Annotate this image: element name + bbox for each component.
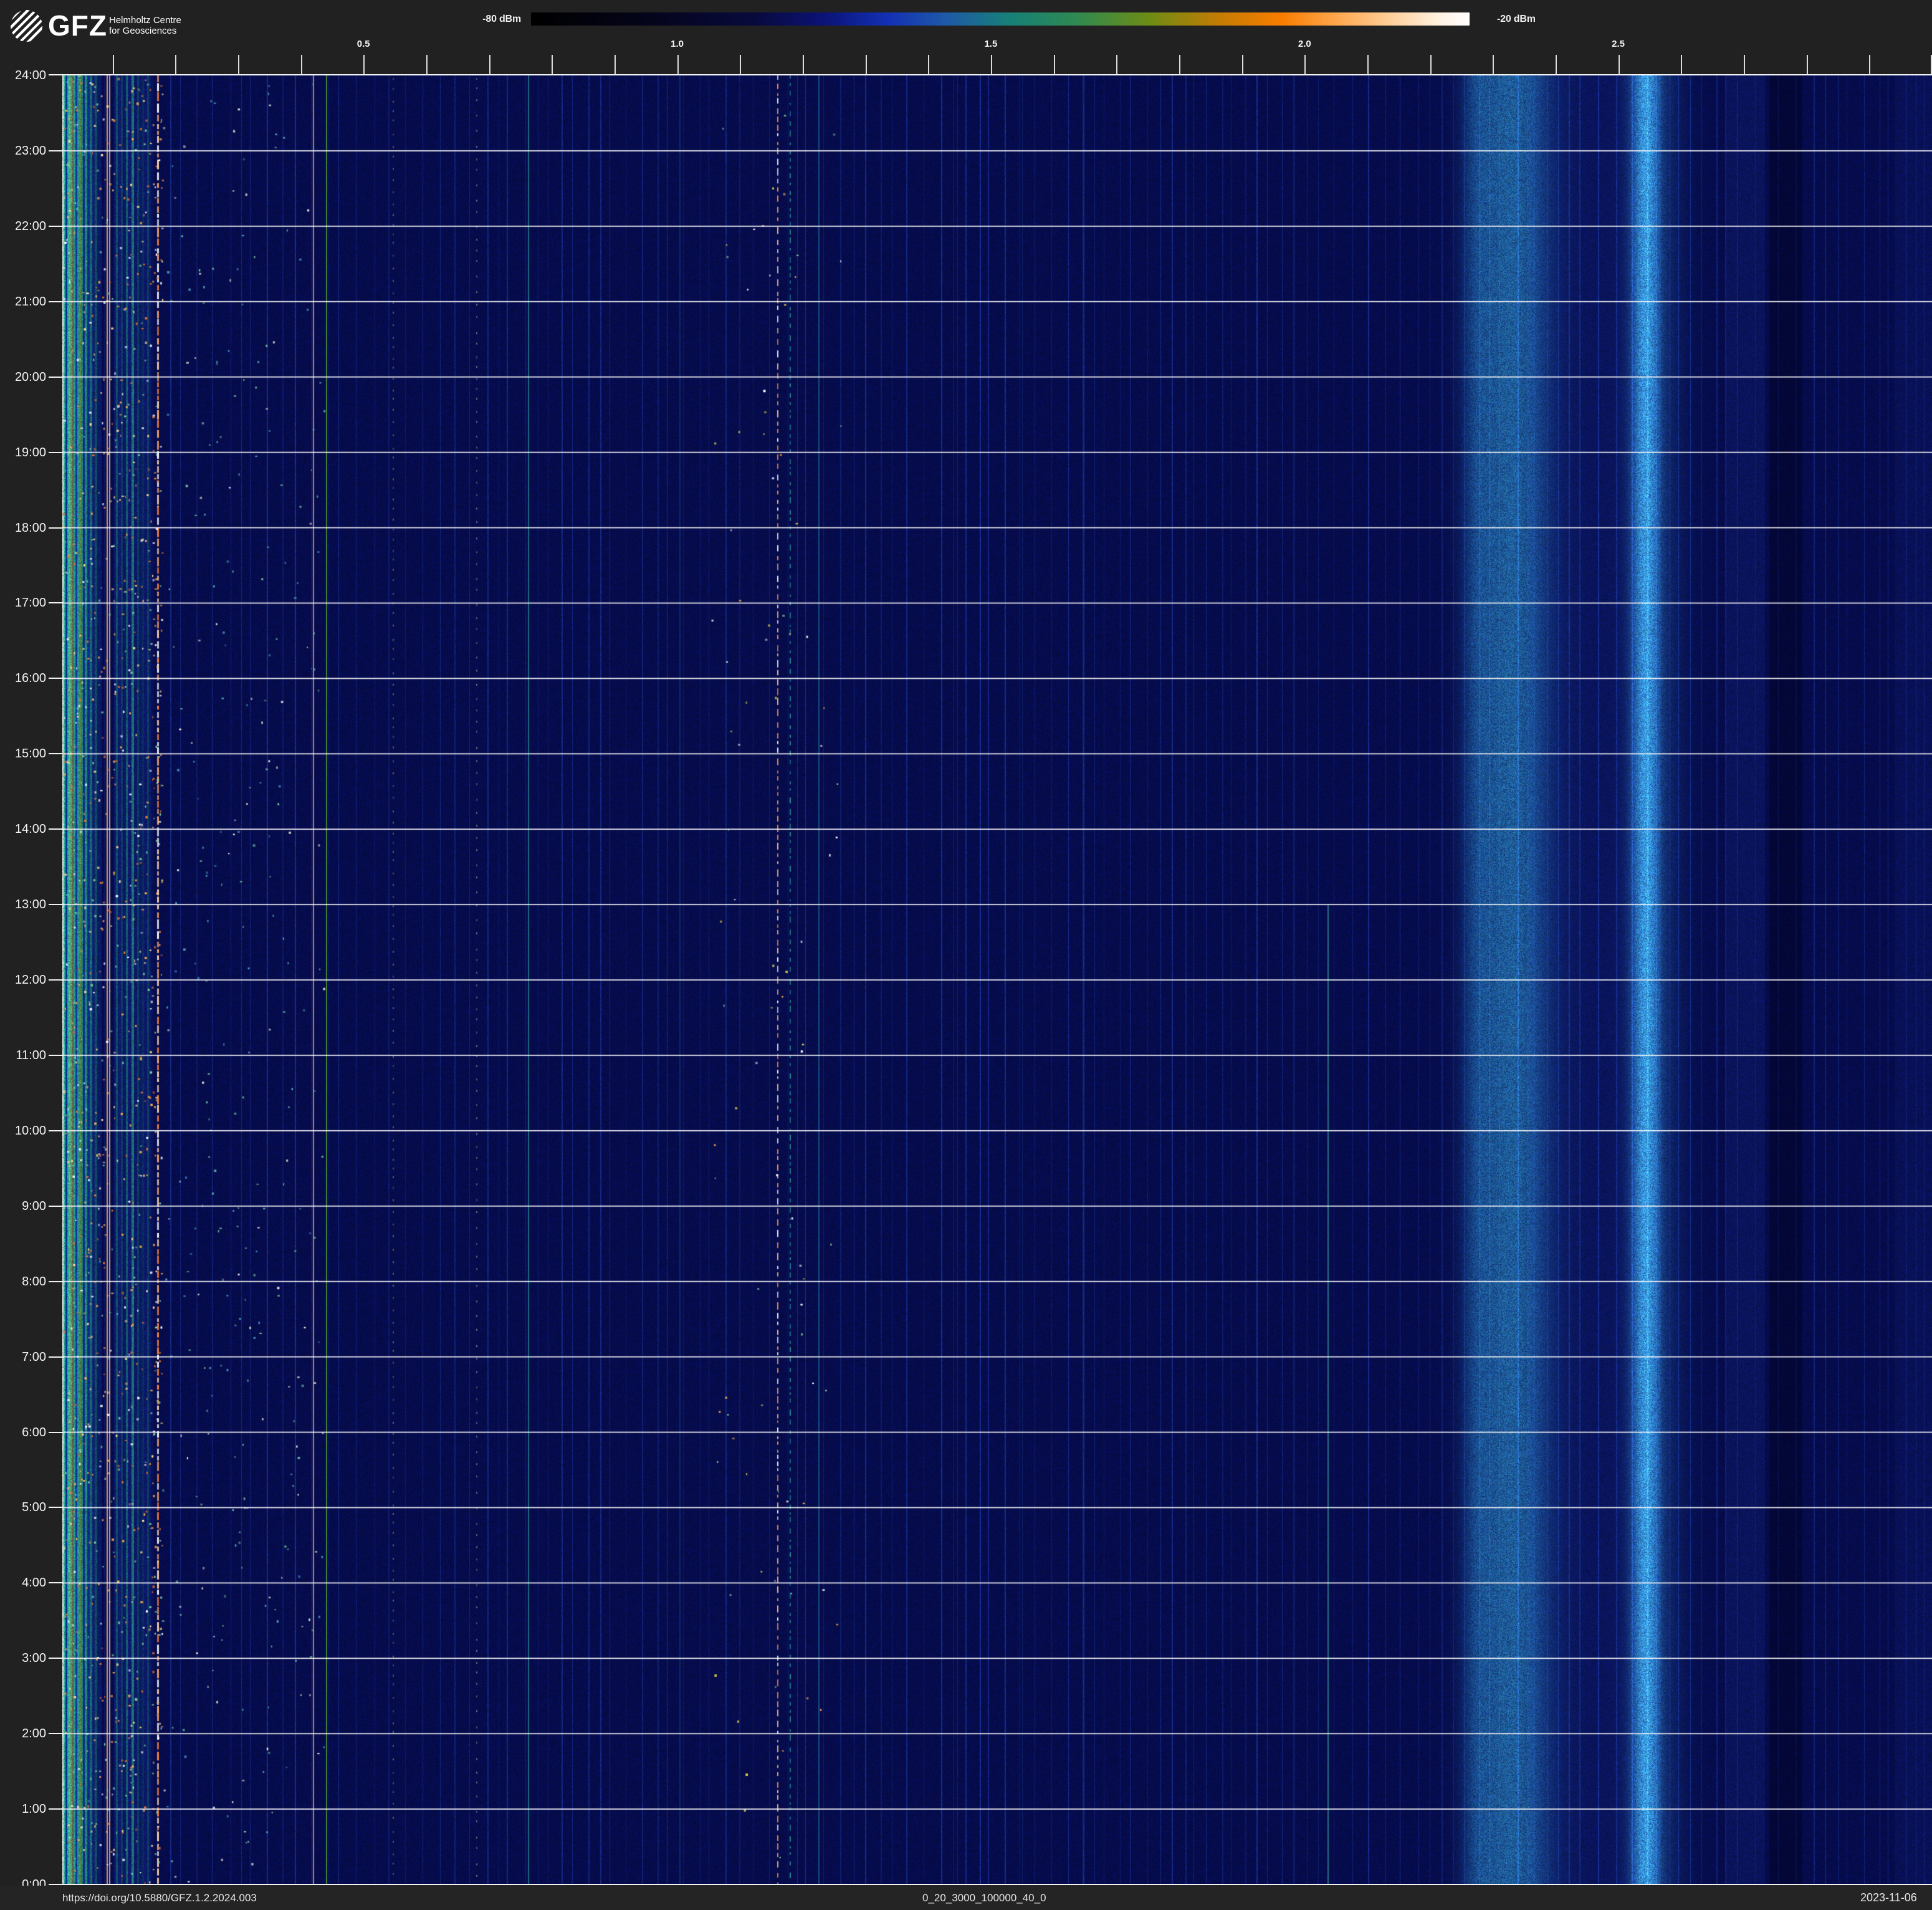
hour-label: 13:00 [14,898,46,912]
hour-label: 11:00 [16,1048,46,1062]
hour-label: 10:00 [14,1123,46,1138]
hour-label: 14:00 [14,822,46,837]
footer-dataset-id: 0_20_3000_100000_40_0 [922,1892,1046,1904]
hour-label: 4:00 [22,1576,46,1590]
hour-label: 1:00 [22,1802,46,1816]
freq-minor-tick [928,55,930,74]
hour-tick [49,602,62,604]
hour-tick [49,1205,62,1207]
hour-label: 18:00 [14,521,46,535]
hour-label: 3:00 [22,1651,46,1666]
hour-tick [49,753,62,755]
freq-tick-label: 0.5 [356,39,370,49]
hour-label: 9:00 [22,1199,46,1213]
hour-label: 6:00 [22,1425,46,1439]
colorbar-max-label: -20 dBm [1497,14,1536,24]
hour-label: 2:00 [22,1727,46,1741]
freq-minor-tick [1744,55,1745,74]
freq-tick-label: 1.0 [671,39,684,49]
gfz-logo-icon [11,10,42,42]
hour-tick [49,1356,62,1358]
hour-tick [49,1431,62,1433]
freq-minor-tick [489,55,490,74]
hour-label: 7:00 [22,1350,46,1364]
freq-tick-label: 2.5 [1612,39,1625,49]
hour-tick [49,904,62,906]
hour-tick [49,225,62,227]
hour-label: 16:00 [14,671,46,686]
freq-minor-tick [677,55,679,74]
colorbar-min-label: -80 dBm [482,14,521,24]
freq-minor-tick [300,55,302,74]
org-name-line2: for Geosciences [109,26,177,36]
hour-label: 15:00 [14,747,46,761]
freq-minor-tick [1304,55,1306,74]
hour-tick [49,1808,62,1810]
hour-tick [49,1733,62,1735]
hour-label: 5:00 [22,1500,46,1515]
freq-minor-tick [1869,55,1871,74]
footer-date: 2023-11-06 [1860,1891,1917,1904]
org-name: Helmholtz Centre for Geosciences [109,15,181,36]
freq-minor-tick [112,55,114,74]
footer-doi: https://doi.org/10.5880/GFZ.1.2.2024.003 [62,1892,257,1904]
freq-minor-tick [363,55,365,74]
freq-minor-tick [1493,55,1494,74]
hour-tick [49,1658,62,1659]
hour-tick [49,1130,62,1131]
freq-minor-tick [1179,55,1180,74]
hour-label: 17:00 [14,596,46,610]
freq-minor-tick [990,55,992,74]
colorbar-gradient [531,12,1470,26]
hour-tick [49,1054,62,1056]
freq-minor-tick [1618,55,1620,74]
hour-label: 22:00 [14,219,46,233]
freq-minor-tick [1556,55,1557,74]
spectrogram-canvas [62,75,1932,1884]
hour-tick [49,678,62,679]
org-name-line1: Helmholtz Centre [109,15,181,26]
hour-tick [49,1507,62,1509]
hour-tick [49,828,62,830]
hour-tick [49,451,62,453]
hour-label: 24:00 [14,69,46,82]
freq-tick-label: 1.5 [984,39,998,49]
freq-minor-tick [1430,55,1432,74]
freq-minor-tick [426,55,428,74]
freq-minor-tick [1116,55,1118,74]
hour-tick [49,1582,62,1584]
freq-tick-label: 2.0 [1298,39,1311,49]
hour-tick [49,376,62,378]
hour-label: 21:00 [14,294,46,309]
app-root: GFZ Helmholtz Centre for Geosciences -80… [0,0,1932,1910]
freq-minor-tick [552,55,553,74]
freq-minor-tick [237,55,239,74]
freq-minor-tick [802,55,804,74]
freq-minor-tick [1806,55,1808,74]
hour-label: 8:00 [22,1274,46,1289]
freq-minor-tick [865,55,867,74]
freq-minor-tick [614,55,616,74]
hour-label: 12:00 [14,973,46,987]
hour-tick [49,527,62,529]
freq-minor-tick [1681,55,1683,74]
hour-tick [49,150,62,151]
hour-label: 20:00 [14,370,46,384]
hour-label: 23:00 [14,143,46,158]
freq-minor-tick [1367,55,1369,74]
freq-minor-tick [1241,55,1243,74]
hour-label: 19:00 [14,445,46,459]
freq-minor-tick [740,55,742,74]
hour-tick [49,300,62,302]
freq-minor-tick [1053,55,1055,74]
freq-minor-tick [175,55,177,74]
bottom-axis-line [49,1884,1932,1885]
brand-text: GFZ [48,9,107,42]
hour-tick [49,1280,62,1282]
hour-tick [49,979,62,981]
